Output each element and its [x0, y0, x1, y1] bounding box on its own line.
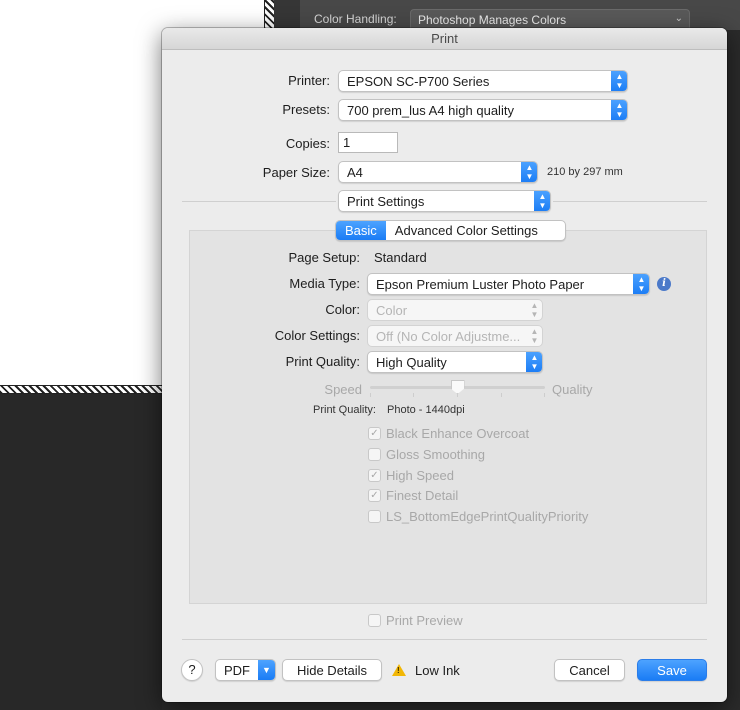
hide-details-button[interactable]: Hide Details: [282, 659, 382, 681]
color-select: Color ▲ ▼: [367, 299, 543, 321]
option-finest-detail: ✓ Finest Detail: [368, 488, 458, 503]
option-label: Finest Detail: [386, 488, 459, 503]
print-quality-label: Print Quality:: [285, 354, 360, 369]
slider-tick: [413, 393, 414, 397]
info-icon[interactable]: i: [657, 277, 671, 291]
tab-basic[interactable]: Basic: [336, 221, 386, 240]
slider-tick: [544, 393, 545, 397]
copies-field[interactable]: 1: [338, 132, 398, 153]
warning-mark: !: [397, 666, 400, 675]
print-quality-select[interactable]: High Quality ▲ ▼: [367, 351, 543, 373]
cancel-button[interactable]: Cancel: [554, 659, 625, 681]
option-label: Gloss Smoothing: [386, 447, 485, 462]
copies-label: Copies:: [285, 136, 330, 151]
option-high-speed: ✓ High Speed: [368, 468, 454, 483]
checkmark-icon: ✓: [368, 489, 381, 502]
chevron-down-icon: ⌄: [674, 13, 683, 24]
chevron-down-icon: ▼: [258, 660, 275, 680]
color-handling-value: Photoshop Manages Colors: [418, 13, 567, 27]
print-dialog: Print Printer: EPSON SC-P700 Series ▲ ▼ P…: [162, 28, 727, 702]
chevron-updown-icon: ▲ ▼: [633, 274, 649, 294]
pdf-label: PDF: [224, 663, 250, 678]
slider-tick: [370, 393, 371, 397]
color-label: Color:: [325, 302, 360, 317]
checkbox-empty: [368, 510, 381, 523]
workspace-background: [0, 394, 162, 710]
print-preview-checkbox: Print Preview: [368, 613, 463, 628]
presets-label: Presets:: [282, 102, 330, 117]
print-preview-label: Print Preview: [386, 613, 463, 628]
slider-quality-label: Quality: [552, 382, 593, 397]
media-type-select[interactable]: Epson Premium Luster Photo Paper ▲ ▼: [367, 273, 650, 295]
canvas-edge-hatch: [264, 0, 274, 30]
low-ink-label: Low Ink: [415, 663, 460, 678]
option-label: High Speed: [386, 468, 454, 483]
print-quality-value: High Quality: [376, 355, 447, 370]
chevron-updown-icon: ▲ ▼: [530, 301, 539, 319]
chevron-updown-icon: ▲ ▼: [526, 352, 542, 372]
option-gloss-smoothing: Gloss Smoothing: [368, 447, 485, 462]
chevron-updown-icon: ▲ ▼: [521, 162, 537, 182]
option-bottom-edge-priority: LS_BottomEdgePrintQualityPriority: [368, 509, 588, 524]
checkmark-icon: ✓: [368, 427, 381, 440]
tab-advanced-color-settings[interactable]: Advanced Color Settings: [386, 221, 547, 240]
chevron-updown-icon: ▲ ▼: [530, 327, 539, 345]
presets-value: 700 prem_lus A4 high quality: [347, 103, 514, 118]
chevron-updown-icon: ▲ ▼: [611, 71, 627, 91]
quality-readout-label: Print Quality:: [313, 404, 376, 416]
help-button[interactable]: ?: [181, 659, 203, 681]
footer-separator: [182, 639, 707, 640]
pdf-menu-button[interactable]: PDF ▼: [215, 659, 276, 681]
paper-dimensions: 210 by 297 mm: [547, 166, 623, 178]
canvas-bottom-hatch: [0, 385, 162, 394]
section-value: Print Settings: [347, 194, 425, 209]
checkbox-empty: [368, 614, 381, 627]
page-setup-label: Page Setup:: [288, 250, 360, 265]
dialog-title: Print: [162, 28, 727, 50]
chevron-updown-icon: ▲ ▼: [611, 100, 627, 120]
option-label: LS_BottomEdgePrintQualityPriority: [386, 509, 589, 524]
separator: [553, 201, 707, 202]
slider-speed-label: Speed: [324, 382, 362, 397]
media-type-label: Media Type:: [289, 276, 360, 291]
printer-label: Printer:: [288, 73, 330, 88]
paper-size-select[interactable]: A4 ▲ ▼: [338, 161, 538, 183]
printer-value: EPSON SC-P700 Series: [347, 74, 490, 89]
chevron-updown-icon: ▲ ▼: [534, 191, 550, 211]
media-type-value: Epson Premium Luster Photo Paper: [376, 277, 585, 292]
paper-size-value: A4: [347, 165, 363, 180]
color-settings-select: Off (No Color Adjustme... ▲ ▼: [367, 325, 543, 347]
section-select[interactable]: Print Settings ▲ ▼: [338, 190, 551, 212]
option-black-enhance-overcoat: ✓ Black Enhance Overcoat: [368, 426, 529, 441]
save-button[interactable]: Save: [637, 659, 707, 681]
checkbox-empty: [368, 448, 381, 461]
paper-size-label: Paper Size:: [262, 165, 330, 180]
settings-tabs: Basic Advanced Color Settings: [335, 220, 566, 241]
color-handling-label: Color Handling:: [314, 12, 397, 26]
quality-readout-value: Photo - 1440dpi: [387, 404, 465, 416]
presets-select[interactable]: 700 prem_lus A4 high quality ▲ ▼: [338, 99, 628, 121]
slider-tick: [501, 393, 502, 397]
page-setup-value: Standard: [374, 250, 427, 265]
checkmark-icon: ✓: [368, 469, 381, 482]
color-settings-label: Color Settings:: [274, 328, 360, 343]
option-label: Black Enhance Overcoat: [386, 426, 530, 441]
separator: [182, 201, 336, 202]
printer-select[interactable]: EPSON SC-P700 Series ▲ ▼: [338, 70, 628, 92]
color-settings-value: Off (No Color Adjustme...: [376, 329, 521, 344]
color-value: Color: [376, 303, 408, 318]
